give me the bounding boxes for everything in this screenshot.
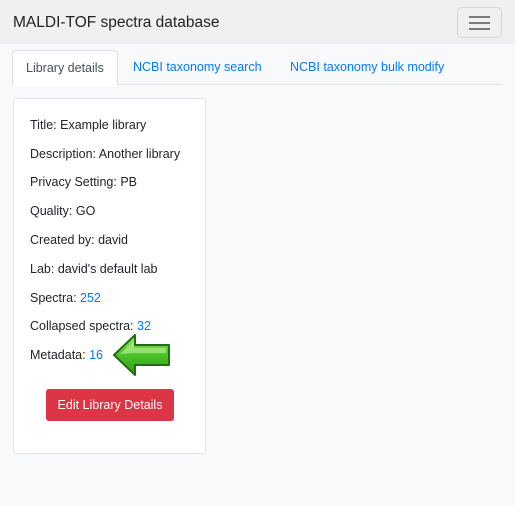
library-description-value: Another library xyxy=(98,147,181,161)
library-title-value: Example library xyxy=(60,118,147,132)
library-spectra: Spectra: 252 xyxy=(30,291,101,305)
tab-bar: Library details NCBI taxonomy search NCB… xyxy=(12,50,503,86)
navbar: MALDI-TOF spectra database xyxy=(0,0,515,44)
library-details-card: Title: Example library Description: Anot… xyxy=(13,98,206,454)
library-lab-value: david's default lab xyxy=(57,262,158,276)
library-metadata: Metadata: 16 xyxy=(30,348,103,362)
collapsed-spectra-count-link[interactable]: 32 xyxy=(137,319,151,333)
library-created-by: Created by: david xyxy=(30,233,128,247)
library-privacy-value: PB xyxy=(120,175,138,189)
library-description: Description: Another library xyxy=(30,147,181,161)
library-created-by-value: david xyxy=(98,233,128,247)
metadata-count-link[interactable]: 16 xyxy=(89,348,103,362)
green-left-arrow-icon xyxy=(113,334,170,376)
navbar-toggler-button[interactable] xyxy=(457,7,502,38)
navbar-brand[interactable]: MALDI-TOF spectra database xyxy=(13,13,219,33)
tab-ncbi-taxonomy-bulk-modify[interactable]: NCBI taxonomy bulk modify xyxy=(290,50,444,85)
library-title: Title: Example library xyxy=(30,118,147,132)
library-privacy-setting: Privacy Setting: PB xyxy=(30,175,138,189)
tab-ncbi-taxonomy-search[interactable]: NCBI taxonomy search xyxy=(133,50,262,85)
library-lab: Lab: david's default lab xyxy=(30,262,158,276)
tab-library-details[interactable]: Library details xyxy=(12,50,118,86)
spectra-count-link[interactable]: 252 xyxy=(80,291,101,305)
library-quality: Quality: GO xyxy=(30,204,96,218)
edit-library-details-button[interactable]: Edit Library Details xyxy=(46,389,174,421)
library-quality-value: GO xyxy=(75,204,96,218)
